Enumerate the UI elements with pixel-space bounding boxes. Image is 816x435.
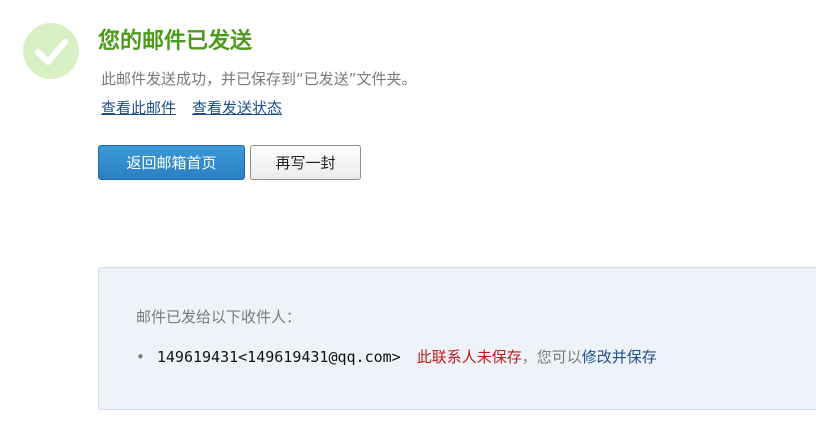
bullet-icon: • bbox=[136, 348, 145, 366]
checkmark-icon bbox=[23, 23, 79, 79]
contact-unsaved-notice: 此联系人未保存 bbox=[416, 348, 522, 366]
page-title: 您的邮件已发送 bbox=[98, 29, 253, 54]
result-links: 查看此邮件 查看发送状态 bbox=[101, 97, 298, 119]
back-to-inbox-button[interactable]: 返回邮箱首页 bbox=[98, 145, 245, 180]
recipients-panel: 邮件已发给以下收件人： • 149619431<149619431@qq.com>… bbox=[98, 267, 816, 410]
view-send-status-link[interactable]: 查看发送状态 bbox=[192, 99, 282, 117]
edit-and-save-link[interactable]: 修改并保存 bbox=[582, 348, 657, 366]
recipients-heading: 邮件已发给以下收件人： bbox=[136, 308, 302, 326]
list-item: • 149619431<149619431@qq.com> 此联系人未保存，您可以修… bbox=[136, 346, 657, 368]
view-mail-link[interactable]: 查看此邮件 bbox=[101, 99, 176, 117]
send-success-page: 您的邮件已发送 此邮件发送成功，并已保存到“已发送”文件夹。 查看此邮件 查看发送… bbox=[0, 0, 816, 435]
notice-separator: ，您可以 bbox=[521, 348, 582, 366]
write-another-button[interactable]: 再写一封 bbox=[250, 145, 361, 180]
status-message: 此邮件发送成功，并已保存到“已发送”文件夹。 bbox=[101, 70, 417, 88]
recipient-address: 149619431<149619431@qq.com> bbox=[156, 348, 401, 366]
